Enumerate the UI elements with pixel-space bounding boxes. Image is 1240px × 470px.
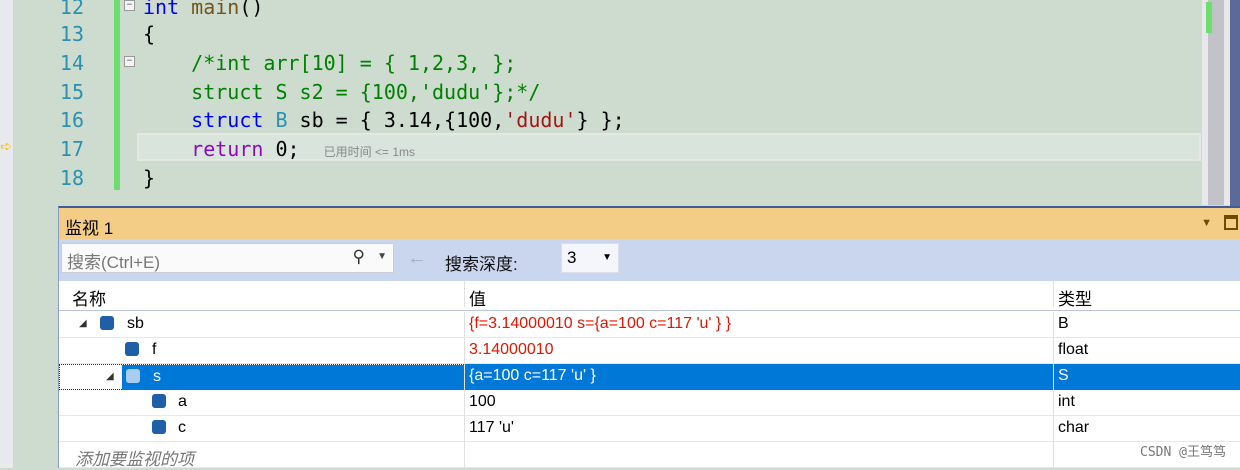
function-name: main [179, 0, 240, 19]
code-line: struct B sb = { 3.14,{100,'dudu'} }; [143, 108, 625, 132]
var-name: c [178, 419, 186, 436]
change-tracking-bar [114, 0, 120, 190]
glyph-margin [0, 0, 13, 468]
chevron-down-icon[interactable]: ▼ [377, 251, 387, 262]
var-value[interactable]: 117 'u' [464, 416, 1053, 442]
variable-icon [126, 369, 140, 383]
type-name: B [263, 108, 288, 132]
window-edge [1230, 0, 1240, 206]
var-type: char [1053, 416, 1240, 442]
var-type: B [1053, 312, 1240, 338]
column-header-value[interactable]: 值 [464, 281, 1053, 309]
code-text: } }; [576, 108, 625, 132]
current-statement-arrow-icon: ➪ [0, 139, 12, 155]
search-icon[interactable]: ⚲ [353, 247, 365, 267]
search-input[interactable]: 搜索(Ctrl+E) ⚲ ▼ [61, 243, 394, 273]
line-number: 14 [59, 51, 84, 75]
chevron-down-icon: ▼ [602, 252, 612, 263]
var-name: a [178, 393, 187, 410]
watermark: CSDN @王笃笃 [1140, 445, 1226, 460]
panel-title: 监视 1 [65, 219, 114, 238]
code-text: sb = { 3.14,{100, [287, 108, 505, 132]
var-type: int [1053, 390, 1240, 416]
chevron-down-icon[interactable]: ▼ [1201, 217, 1212, 229]
maximize-icon[interactable] [1224, 215, 1238, 230]
watch-toolbar: 搜索(Ctrl+E) ⚲ ▼ ← → 搜索深度: 3 ▼ [59, 239, 1240, 281]
column-header-type[interactable]: 类型 [1053, 281, 1240, 309]
selection-highlight [122, 365, 465, 390]
line-number: 13 [59, 22, 84, 46]
var-name: s [153, 368, 161, 385]
table-header: 名称 值 类型 [59, 281, 1240, 311]
code-line: struct S s2 = {100,'dudu'};*/ [143, 80, 541, 104]
vertical-scrollbar[interactable] [1202, 0, 1230, 205]
variable-icon [100, 316, 114, 330]
table-row-selected[interactable]: ◢ s {a=100 c=117 'u' } S [59, 364, 1240, 390]
add-watch-item[interactable]: 添加要监视的项 [75, 442, 467, 469]
fold-toggle-icon[interactable]: − [124, 56, 135, 67]
table-row[interactable]: ◢ sb {f=3.14000010 s={a=100 c=117 'u' } }… [59, 312, 1240, 338]
watch-panel-title-bar: 监视 1 ▼ [59, 208, 1240, 239]
var-name: f [152, 341, 157, 358]
column-header-name[interactable]: 名称 [72, 281, 464, 309]
add-watch-row[interactable]: 添加要监视的项 [59, 442, 1240, 469]
expand-triangle-icon[interactable]: ◢ [106, 371, 114, 382]
code-line: { [143, 22, 156, 46]
table-row[interactable]: a 100 int [59, 390, 1240, 416]
line-number: 18 [59, 166, 84, 190]
code-line: int main() [143, 0, 263, 19]
expand-triangle-icon[interactable]: ◢ [79, 318, 87, 329]
table-row[interactable]: f 3.14000010 float [59, 338, 1240, 364]
line-number: 17 [59, 137, 84, 161]
code-line: } [143, 166, 156, 190]
string-literal: 'dudu' [504, 108, 577, 132]
table-row[interactable]: c 117 'u' char [59, 416, 1240, 442]
watch-panel: 监视 1 ▼ 搜索(Ctrl+E) ⚲ ▼ ← → 搜索深度: 3 ▼ 名称 值 类型… [58, 206, 1240, 469]
perf-tip[interactable]: 已用时间 <= 1ms [324, 145, 415, 159]
search-placeholder: 搜索(Ctrl+E) [67, 253, 161, 272]
search-depth-select[interactable]: 3 ▼ [561, 243, 619, 273]
search-depth-label: 搜索深度: [445, 255, 518, 274]
keyword: int [143, 0, 180, 19]
var-type: float [1053, 338, 1240, 364]
variable-icon [125, 342, 139, 356]
variable-icon [152, 394, 166, 408]
var-type: S [1053, 364, 1240, 390]
var-name: sb [127, 315, 144, 332]
line-number: 16 [59, 108, 84, 132]
line-number: 15 [59, 80, 84, 104]
var-value[interactable]: {f=3.14000010 s={a=100 c=117 'u' } } [464, 312, 1053, 338]
code-text: () [239, 0, 264, 19]
var-value[interactable]: {a=100 c=117 'u' } [464, 364, 1053, 390]
line-number: 12 [59, 0, 84, 19]
scrollbar-change-marker [1206, 2, 1212, 33]
var-value[interactable]: 3.14000010 [464, 338, 1053, 364]
search-depth-value: 3 [567, 248, 577, 267]
keyword: struct [143, 108, 264, 132]
code-line: /*int arr[10] = { 1,2,3, }; [143, 51, 517, 75]
back-arrow-icon[interactable]: ← [407, 247, 427, 270]
code-text: 0; [263, 137, 324, 161]
var-value[interactable]: 100 [464, 390, 1053, 416]
variable-icon [152, 420, 166, 434]
code-line: return 0; 已用时间 <= 1ms [143, 137, 415, 161]
fold-toggle-icon[interactable]: − [124, 0, 135, 11]
keyword: return [143, 137, 264, 161]
